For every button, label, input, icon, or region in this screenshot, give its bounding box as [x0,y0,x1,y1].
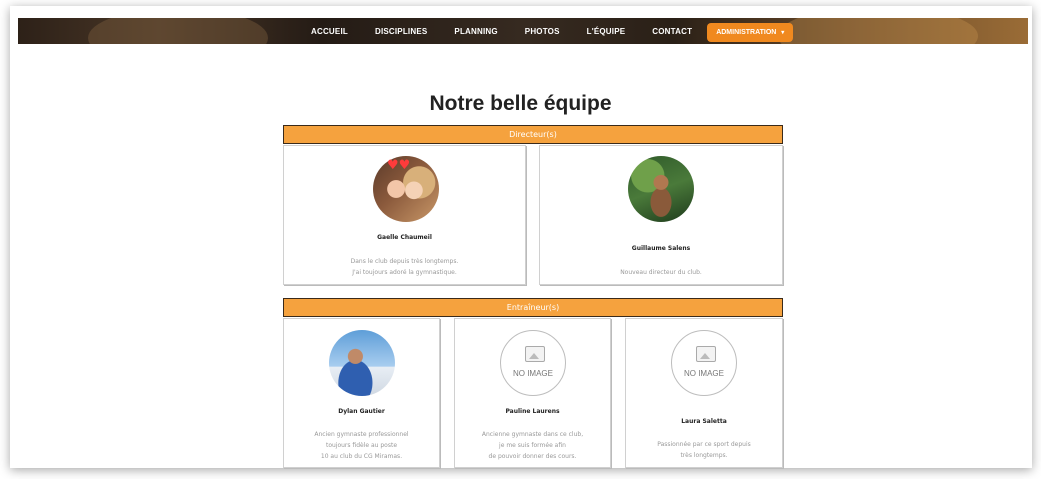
page-title: Notre belle équipe [429,92,612,115]
no-image-label: NO IMAGE [683,369,724,378]
description-line: de pouvoir donner des cours. [488,453,577,460]
image-placeholder-icon [696,346,716,362]
team-card-director: ♥♥ Gaelle Chaumeil Dans le club depuis t… [283,145,526,285]
no-image-placeholder: NO IMAGE [500,330,566,396]
member-description: Nouveau directeur du club. [540,267,782,278]
section-header-directors: Directeur(s) [283,125,783,144]
description-line: Dans le club depuis très longtemps. [350,258,459,265]
member-description: Passionnée par ce sport depuis très long… [626,439,782,461]
description-line: 10 au club du CG Miramas. [320,453,403,460]
member-name: Laura Saletta [681,418,727,425]
description-line: très longtemps. [680,452,728,459]
nav-item-equipe[interactable]: L'ÉQUIPE [587,27,626,36]
no-image-label: NO IMAGE [512,369,553,378]
member-name: Pauline Laurens [505,408,560,415]
image-placeholder-icon [525,346,545,362]
member-name: Dylan Gautier [338,408,385,415]
member-description: Ancien gymnaste professionnel toujours f… [284,429,439,462]
member-description: Ancienne gymnaste dans ce club, je me su… [455,429,610,462]
member-description: Dans le club depuis très longtemps. J'ai… [284,256,525,278]
description-line: J'ai toujours adoré la gymnastique. [352,269,457,276]
description-line: toujours fidèle au poste [325,442,398,449]
avatar [329,330,395,396]
nav-item-accueil[interactable]: ACCUEIL [311,27,348,36]
heart-icon: ♥♥ [387,158,411,173]
nav-item-planning[interactable]: PLANNING [454,27,497,36]
team-card-trainer: NO IMAGE Laura Saletta Passionnée par ce… [625,318,783,468]
no-image-placeholder: NO IMAGE [671,330,737,396]
avatar [628,156,694,222]
top-navbar: ACCUEIL DISCIPLINES PLANNING PHOTOS L'ÉQ… [18,18,1028,44]
description-line: Nouveau directeur du club. [620,269,702,276]
team-card-trainer: Dylan Gautier Ancien gymnaste profession… [283,318,440,468]
description-line: Passionnée par ce sport depuis [657,441,751,448]
nav-item-photos[interactable]: PHOTOS [525,27,560,36]
description-line: Ancienne gymnaste dans ce club, [481,431,584,438]
team-card-trainer: NO IMAGE Pauline Laurens Ancienne gymnas… [454,318,611,468]
chevron-down-icon: ▾ [781,29,785,36]
section-header-trainers: Entraîneur(s) [283,298,783,317]
description-line: Ancien gymnaste professionnel [314,431,409,438]
nav-menu: ACCUEIL DISCIPLINES PLANNING PHOTOS L'ÉQ… [311,18,794,44]
nav-item-contact[interactable]: CONTACT [652,27,692,36]
member-name: Guillaume Salens [631,245,691,252]
description-line: je me suis formée afin [499,442,566,449]
member-name: Gaelle Chaumeil [377,234,432,241]
admin-dropdown-button[interactable]: ADMINISTRATION ▾ [707,22,794,42]
nav-item-disciplines[interactable]: DISCIPLINES [375,27,427,36]
admin-label: ADMINISTRATION [716,28,777,36]
team-card-director: Guillaume Salens Nouveau directeur du cl… [539,145,783,285]
